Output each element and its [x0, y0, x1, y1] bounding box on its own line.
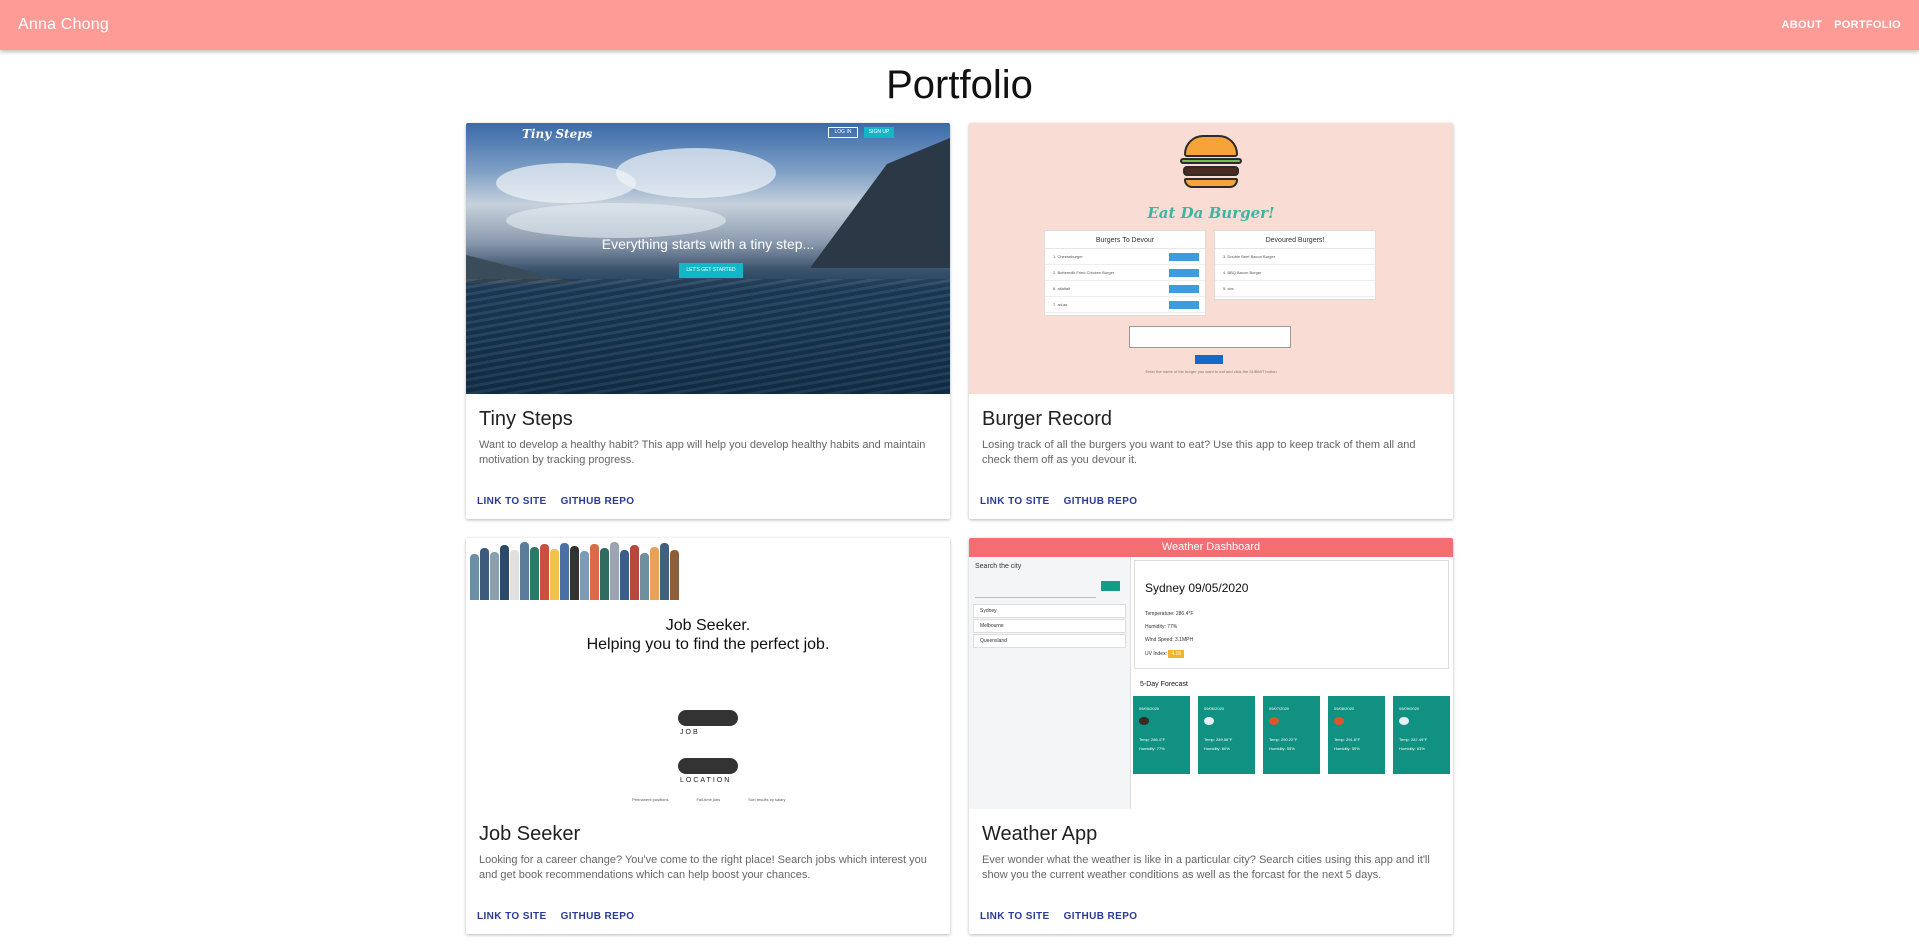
github-repo-button[interactable]: GITHUB REPO [561, 911, 635, 922]
link-to-site-button[interactable]: LINK TO SITE [477, 911, 547, 922]
tiny-steps-login-button: LOG IN [828, 127, 858, 138]
job-seeker-screenshot: Job Seeker. Helping you to find the perf… [466, 538, 950, 809]
card-title: Weather App [982, 823, 1098, 845]
tiny-steps-logo: Tiny Steps [522, 127, 593, 141]
card-actions: LINK TO SITE GITHUB REPO [980, 911, 1137, 922]
forecast-card: 09/06/2020 Temp: 289.56°F Humidity: 60% [1198, 696, 1255, 774]
burgers-to-devour-panel: Burgers To Devour 1. Cheeseburger 2. But… [1044, 230, 1206, 316]
card-title: Burger Record [982, 408, 1113, 430]
link-to-site-button[interactable]: LINK TO SITE [980, 911, 1050, 922]
search-title: Search the city [975, 563, 1022, 570]
top-navbar: Anna Chong ABOUT PORTFOLIO [0, 0, 1919, 50]
project-card-weather-app: Weather Dashboard Search the city Sydney… [969, 538, 1453, 934]
tiny-steps-screenshot: Tiny Steps LOG IN SIGN UP Everything sta… [466, 123, 950, 394]
link-to-site-button[interactable]: LINK TO SITE [477, 496, 547, 507]
city-item: Melbourne [973, 619, 1126, 633]
nav-links: ABOUT PORTFOLIO [1782, 19, 1901, 31]
list-item: 3. Double Beef Bacon Burger [1215, 249, 1375, 265]
card-title: Tiny Steps [479, 408, 573, 430]
job-label: JOB [680, 729, 700, 736]
list-item: 6. alfalfalf [1045, 281, 1205, 297]
job-seeker-headline: Job Seeker. Helping you to find the perf… [586, 617, 830, 653]
burger-submit-button [1195, 355, 1223, 364]
humidity-text: Humidity: 77% [1145, 624, 1178, 630]
search-options: Permanent positions Full-time jobs Sort … [632, 797, 786, 802]
forecast-card: 09/05/2020 Temp: 286.4°F Humidity: 77% [1133, 696, 1190, 774]
weather-app-screenshot: Weather Dashboard Search the city Sydney… [969, 538, 1453, 809]
card-actions: LINK TO SITE GITHUB REPO [980, 496, 1137, 507]
list-item: 1. Cheeseburger [1045, 249, 1205, 265]
list-item: 4. BBQ Bacon Burger [1215, 265, 1375, 281]
burger-name-input [1129, 326, 1291, 348]
people-illustration [470, 538, 710, 600]
card-title: Job Seeker [479, 823, 581, 845]
list-item: 2. Buttermilk Fried Chicken Burger [1045, 265, 1205, 281]
card-description: Losing track of all the burgers you want… [982, 439, 1416, 466]
github-repo-button[interactable]: GITHUB REPO [561, 496, 635, 507]
list-item: 7. ad;as [1045, 297, 1205, 313]
project-card-burger-record: Eat Da Burger! Burgers To Devour 1. Chee… [969, 123, 1453, 519]
card-description: Looking for a career change? You've come… [479, 854, 927, 881]
card-description: Want to develop a healthy habit? This ap… [479, 439, 926, 466]
project-card-job-seeker: Job Seeker. Helping you to find the perf… [466, 538, 950, 934]
forecast-card: 09/08/2020 Temp: 291.8°F Humidity: 59% [1328, 696, 1385, 774]
project-card-tiny-steps: Tiny Steps LOG IN SIGN UP Everything sta… [466, 123, 950, 519]
burger-hint: Enter the name of the burger you want to… [1145, 369, 1277, 374]
devoured-burgers-panel: Devoured Burgers! 3. Double Beef Bacon B… [1214, 230, 1376, 300]
burger-icon [1180, 135, 1242, 189]
burger-heading: Eat Da Burger! [1147, 204, 1275, 222]
link-to-site-button[interactable]: LINK TO SITE [980, 496, 1050, 507]
current-city: Sydney 09/05/2020 [1145, 581, 1249, 595]
location-label: LOCATION [680, 777, 732, 784]
panel-title: Devoured Burgers! [1215, 231, 1375, 249]
github-repo-button[interactable]: GITHUB REPO [1064, 496, 1138, 507]
card-actions: LINK TO SITE GITHUB REPO [477, 496, 634, 507]
search-icon [1101, 581, 1120, 591]
location-search-field [678, 758, 738, 774]
job-search-field [678, 710, 738, 726]
tiny-steps-cta-button: LET'S GET STARTED [679, 263, 743, 278]
card-actions: LINK TO SITE GITHUB REPO [477, 911, 634, 922]
temperature-text: Temperature: 286.4°F [1145, 611, 1194, 617]
list-item: 5. cbx [1215, 281, 1375, 297]
brand-link[interactable]: Anna Chong [18, 16, 109, 34]
forecast-title: 5-Day Forecast [1140, 681, 1188, 688]
forecast-card: 09/07/2020 Temp: 290.22°F Humidity: 55% [1263, 696, 1320, 774]
burger-record-screenshot: Eat Da Burger! Burgers To Devour 1. Chee… [969, 123, 1453, 394]
panel-title: Burgers To Devour [1045, 231, 1205, 249]
tiny-steps-headline: Everything starts with a tiny step... [601, 236, 815, 252]
city-item: Sydney [973, 604, 1126, 618]
weather-sidebar: Search the city Sydney Melbourne Queensl… [969, 557, 1131, 809]
weather-dashboard-header: Weather Dashboard [969, 538, 1453, 557]
project-grid: Tiny Steps LOG IN SIGN UP Everything sta… [466, 123, 1453, 934]
city-input [975, 597, 1096, 598]
card-description: Ever wonder what the weather is like in … [982, 854, 1430, 881]
nav-portfolio-link[interactable]: PORTFOLIO [1834, 19, 1901, 31]
forecast-card: 09/09/2020 Temp: 287.49°F Humidity: 63% [1393, 696, 1450, 774]
wind-text: Wind Speed: 3.1MPH [1145, 637, 1194, 643]
github-repo-button[interactable]: GITHUB REPO [1064, 911, 1138, 922]
uv-index: UV Index: 4.15 [1145, 650, 1185, 658]
current-weather-panel: Sydney 09/05/2020 Temperature: 286.4°F H… [1134, 560, 1449, 669]
city-item: Queensland [973, 634, 1126, 648]
tiny-steps-signup-button: SIGN UP [864, 127, 894, 138]
page-title: Portfolio [886, 63, 1033, 107]
nav-about-link[interactable]: ABOUT [1782, 19, 1823, 31]
